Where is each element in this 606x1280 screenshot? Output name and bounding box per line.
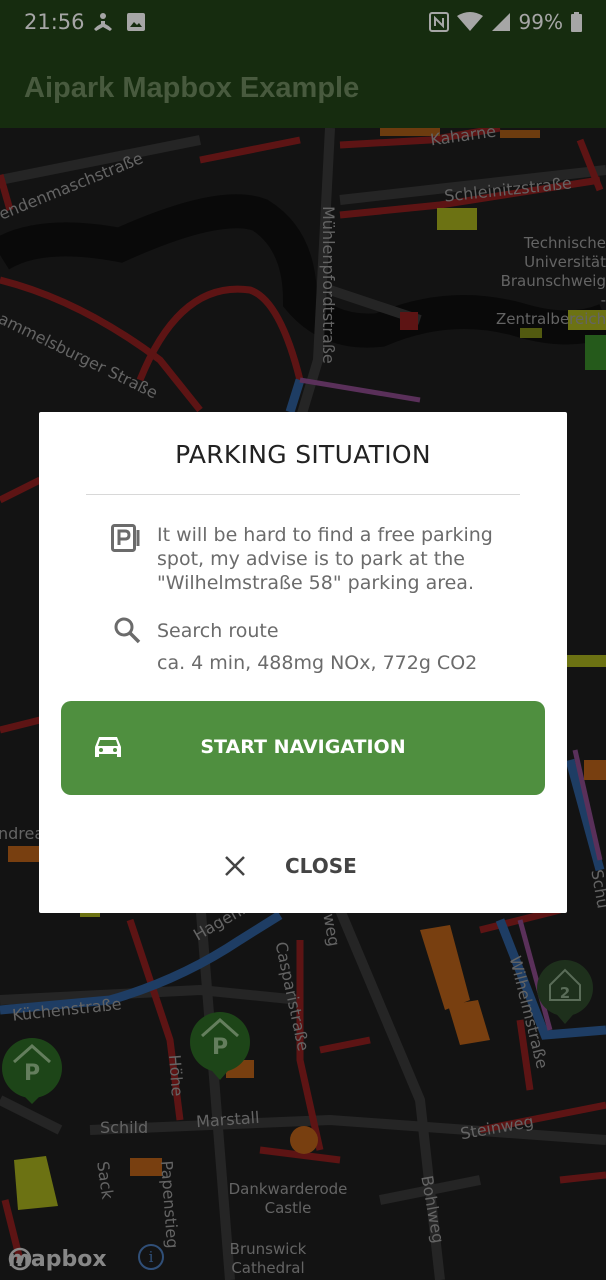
search-icon [114,617,141,644]
parking-icon [111,524,140,552]
divider [86,494,520,495]
parking-dialog: PARKING SITUATION It will be hard to fin… [39,412,567,913]
route-title: Search route [157,620,279,642]
parking-advice: It will be hard to find a free parking s… [157,524,493,594]
route-details: ca. 4 min, 488mg NOx, 772g CO2 [157,652,478,674]
dialog-title: PARKING SITUATION [175,440,431,469]
close-icon [225,856,245,876]
start-navigation-label: START NAVIGATION [200,736,406,758]
close-label: CLOSE [285,854,357,878]
close-button[interactable]: CLOSE [219,844,389,888]
start-navigation-button[interactable]: START NAVIGATION [61,701,545,795]
